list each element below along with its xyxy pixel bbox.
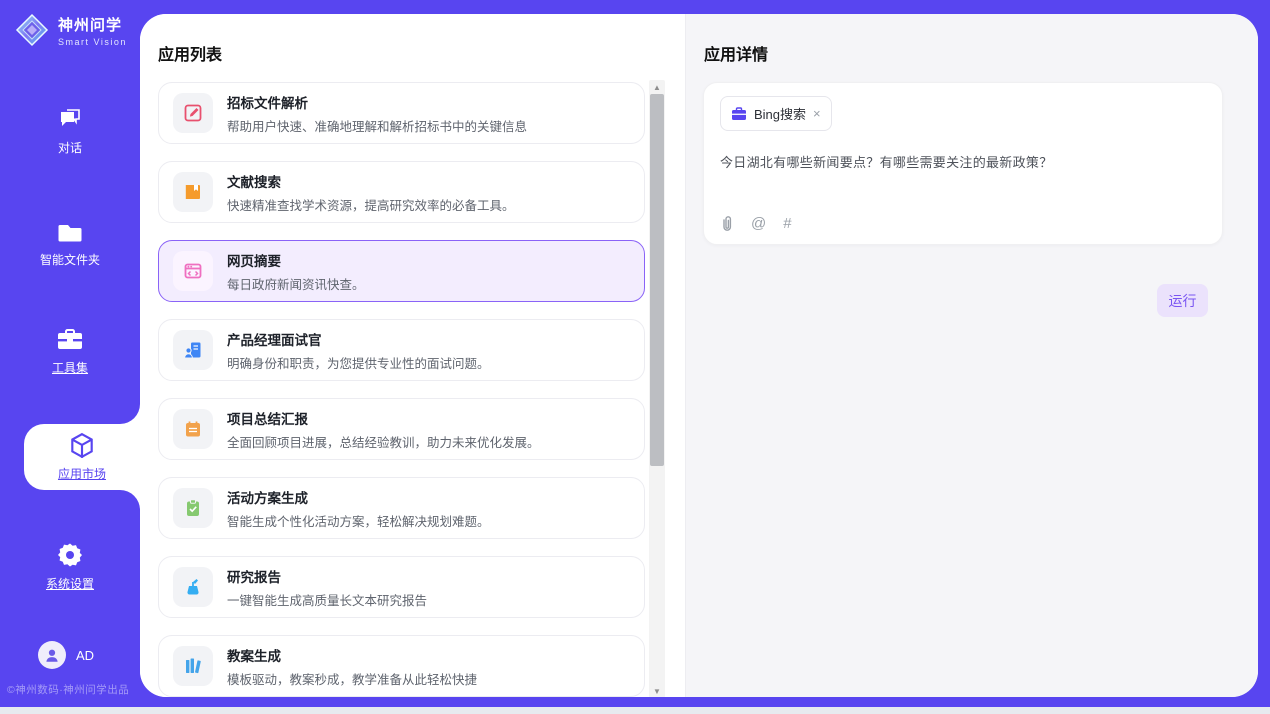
app-card-project-summary[interactable]: 项目总结汇报 全面回顾项目进展，总结经验教训，助力未来优化发展。 bbox=[158, 398, 645, 460]
app-card-research-report[interactable]: 研究报告 一键智能生成高质量长文本研究报告 bbox=[158, 556, 645, 618]
gear-icon bbox=[57, 542, 83, 568]
app-logo: 神州问学 Smart Vision bbox=[14, 12, 127, 48]
attachment-toolbar: @ # bbox=[720, 215, 792, 232]
briefcase-icon bbox=[731, 107, 747, 121]
app-card-activity-plan[interactable]: 活动方案生成 智能生成个性化活动方案，轻松解决规划难题。 bbox=[158, 477, 645, 539]
app-card-desc: 明确身份和职责，为您提供专业性的面试问题。 bbox=[227, 353, 490, 372]
app-card-desc: 智能生成个性化活动方案，轻松解决规划难题。 bbox=[227, 511, 490, 530]
app-card-desc: 快速精准查找学术资源，提高研究效率的必备工具。 bbox=[227, 195, 515, 214]
toolbox-icon bbox=[56, 328, 84, 352]
app-card-bid-analysis[interactable]: 招标文件解析 帮助用户快速、准确地理解和解析招标书中的关键信息 bbox=[158, 82, 645, 144]
app-card-literature-search[interactable]: 文献搜索 快速精准查找学术资源，提高研究效率的必备工具。 bbox=[158, 161, 645, 223]
sidebar-item-label: 系统设置 bbox=[46, 575, 94, 592]
user-account[interactable]: AD bbox=[38, 641, 94, 669]
app-card-title: 教案生成 bbox=[227, 645, 477, 665]
bubble-bottom-fillet bbox=[120, 490, 140, 510]
app-detail-panel: 应用详情 Bing搜索 × 今日湖北有哪些新闻要点？有哪些需要关注的最新政策？ bbox=[685, 14, 1258, 697]
app-list-title: 应用列表 bbox=[140, 14, 685, 65]
app-card-desc: 每日政府新闻资讯快查。 bbox=[227, 274, 365, 293]
brand-subtitle: Smart Vision bbox=[58, 37, 127, 47]
app-card-pm-interviewer[interactable]: 产品经理面试官 明确身份和职责，为您提供专业性的面试问题。 bbox=[158, 319, 645, 381]
scroll-down-icon[interactable]: ▼ bbox=[649, 684, 665, 697]
sidebar-item-label: 工具集 bbox=[52, 359, 88, 376]
user-name: AD bbox=[76, 648, 94, 663]
app-card-lesson-plan[interactable]: 教案生成 模板驱动，教案秒成，教学准备从此轻松快捷 bbox=[158, 635, 645, 697]
logo-diamond-icon bbox=[14, 12, 50, 48]
calendar-note-icon bbox=[173, 409, 213, 449]
cube-icon bbox=[69, 432, 95, 460]
ink-pen-icon bbox=[173, 567, 213, 607]
app-card-desc: 一键智能生成高质量长文本研究报告 bbox=[227, 590, 427, 609]
tool-tag-label: Bing搜索 bbox=[754, 104, 806, 123]
query-text[interactable]: 今日湖北有哪些新闻要点？有哪些需要关注的最新政策？ bbox=[720, 152, 1206, 171]
sidebar-item-settings[interactable]: 系统设置 bbox=[0, 542, 140, 592]
folder-icon bbox=[57, 222, 83, 244]
sidebar-item-label: 对话 bbox=[58, 139, 82, 156]
book-icon bbox=[173, 172, 213, 212]
tool-tag-bing-search[interactable]: Bing搜索 × bbox=[720, 96, 832, 131]
run-button[interactable]: 运行 bbox=[1157, 284, 1208, 317]
app-card-desc: 模板驱动，教案秒成，教学准备从此轻松快捷 bbox=[227, 669, 477, 688]
app-card-title: 招标文件解析 bbox=[227, 92, 527, 112]
brand-title: 神州问学 bbox=[58, 14, 127, 35]
app-card-title: 活动方案生成 bbox=[227, 487, 490, 507]
app-detail-title: 应用详情 bbox=[686, 14, 1258, 65]
app-list-panel: 应用列表 招标文件解析 帮助用户快速、准确地理解和解析招标书中的关键信息 bbox=[140, 14, 685, 697]
mention-icon[interactable]: @ bbox=[751, 215, 766, 232]
close-icon[interactable]: × bbox=[813, 107, 821, 120]
app-card-title: 产品经理面试官 bbox=[227, 329, 490, 349]
sidebar-item-label: 应用市场 bbox=[58, 465, 106, 482]
app-card-desc: 帮助用户快速、准确地理解和解析招标书中的关键信息 bbox=[227, 116, 527, 135]
app-card-desc: 全面回顾项目进展，总结经验教训，助力未来优化发展。 bbox=[227, 432, 540, 451]
hash-icon[interactable]: # bbox=[783, 215, 791, 232]
app-card-title: 项目总结汇报 bbox=[227, 408, 540, 428]
sidebar-item-app-market[interactable]: 应用市场 bbox=[24, 424, 140, 490]
paperclip-icon[interactable] bbox=[720, 215, 734, 232]
sidebar-item-smart-folder[interactable]: 智能文件夹 bbox=[0, 222, 140, 268]
app-card-title: 研究报告 bbox=[227, 566, 427, 586]
chat-icon bbox=[57, 108, 83, 132]
prompt-input-card[interactable]: Bing搜索 × 今日湖北有哪些新闻要点？有哪些需要关注的最新政策？ @ # bbox=[703, 82, 1223, 245]
sidebar: 神州问学 Smart Vision 对话 智能文件夹 bbox=[0, 0, 140, 707]
list-scrollbar[interactable]: ▲ ▼ bbox=[649, 80, 665, 697]
app-card-title: 网页摘要 bbox=[227, 250, 365, 270]
books-icon bbox=[173, 646, 213, 686]
browser-window-icon bbox=[173, 251, 213, 291]
interviewer-person-icon bbox=[173, 330, 213, 370]
avatar bbox=[38, 641, 66, 669]
clipboard-check-icon bbox=[173, 488, 213, 528]
copyright-text: ©神州数码·神州问学出品 bbox=[7, 682, 129, 697]
sidebar-item-toolset[interactable]: 工具集 bbox=[0, 328, 140, 376]
scrollbar-thumb[interactable] bbox=[650, 94, 664, 466]
sidebar-item-chat[interactable]: 对话 bbox=[0, 108, 140, 156]
app-card-title: 文献搜索 bbox=[227, 171, 515, 191]
bubble-top-fillet bbox=[120, 404, 140, 424]
app-card-webpage-summary[interactable]: 网页摘要 每日政府新闻资讯快查。 bbox=[158, 240, 645, 302]
edit-document-icon bbox=[173, 93, 213, 133]
app-list: 招标文件解析 帮助用户快速、准确地理解和解析招标书中的关键信息 文献搜索 快速精… bbox=[158, 82, 645, 697]
main-content: 应用列表 招标文件解析 帮助用户快速、准确地理解和解析招标书中的关键信息 bbox=[140, 14, 1258, 697]
sidebar-item-label: 智能文件夹 bbox=[40, 251, 100, 268]
window-bottom-edge bbox=[0, 707, 1270, 714]
scroll-up-icon[interactable]: ▲ bbox=[649, 80, 665, 94]
